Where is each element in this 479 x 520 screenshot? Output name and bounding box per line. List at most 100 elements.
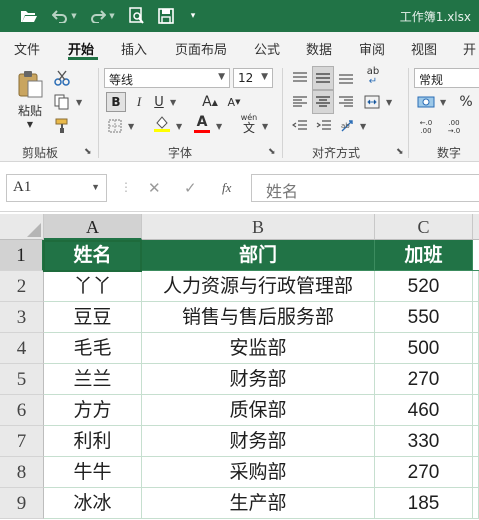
table-cell[interactable]: 270 xyxy=(375,364,473,395)
tab-more[interactable]: 开 xyxy=(463,39,476,58)
percent-style-button[interactable]: % xyxy=(456,92,476,112)
row-header[interactable]: 1 xyxy=(0,240,44,271)
tab-home[interactable]: 开始 xyxy=(68,39,94,58)
customize-quick-access-icon[interactable]: ▾ xyxy=(186,4,200,28)
fill-color-dropdown-icon[interactable]: ▼ xyxy=(176,122,182,131)
row-header[interactable]: 6 xyxy=(0,395,44,426)
align-bottom-icon[interactable] xyxy=(336,68,356,88)
empty-cell[interactable] xyxy=(473,333,479,364)
grow-font-button[interactable]: A ▲ xyxy=(202,92,218,112)
table-cell[interactable]: 人力资源与行政管理部 xyxy=(142,271,375,302)
table-cell[interactable]: 270 xyxy=(375,457,473,488)
row-header[interactable]: 4 xyxy=(0,333,44,364)
print-preview-icon[interactable] xyxy=(126,4,148,28)
font-color-icon[interactable]: A xyxy=(192,114,212,134)
empty-cell[interactable] xyxy=(473,426,479,457)
table-cell[interactable]: 兰兰 xyxy=(44,364,142,395)
accounting-format-icon[interactable] xyxy=(416,92,436,112)
header-cell[interactable]: 部门 xyxy=(142,240,375,271)
increase-indent-icon[interactable] xyxy=(314,116,334,136)
merge-dropdown-icon[interactable]: ▼ xyxy=(386,98,392,107)
row-header[interactable]: 7 xyxy=(0,426,44,457)
header-cell[interactable]: 加班 xyxy=(375,240,473,271)
tab-insert[interactable]: 插入 xyxy=(121,39,147,58)
decrease-decimal-button[interactable]: .00 →.0 xyxy=(442,116,466,138)
align-right-icon[interactable] xyxy=(336,92,356,112)
row-header[interactable]: 3 xyxy=(0,302,44,333)
font-name-select[interactable]: 等线 ▼ xyxy=(104,68,230,88)
orientation-dropdown-icon[interactable]: ▼ xyxy=(360,122,366,131)
table-cell[interactable]: 牛牛 xyxy=(44,457,142,488)
table-cell[interactable]: 方方 xyxy=(44,395,142,426)
empty-cell[interactable] xyxy=(473,364,479,395)
font-size-select[interactable]: 12 ▼ xyxy=(233,68,273,88)
row-header[interactable]: 9 xyxy=(0,488,44,519)
tab-view[interactable]: 视图 xyxy=(411,39,437,58)
italic-button[interactable]: I xyxy=(130,92,148,112)
empty-cell[interactable] xyxy=(473,271,479,302)
column-header-d[interactable] xyxy=(473,214,479,240)
table-cell[interactable]: 冰冰 xyxy=(44,488,142,519)
table-cell[interactable]: 185 xyxy=(375,488,473,519)
column-header-a[interactable]: A xyxy=(44,214,142,240)
underline-dropdown-icon[interactable]: ▼ xyxy=(170,98,176,107)
paste-dropdown-icon[interactable]: ▼ xyxy=(24,118,36,130)
row-header[interactable]: 8 xyxy=(0,457,44,488)
orientation-icon[interactable]: ab xyxy=(338,116,358,136)
tab-formulas[interactable]: 公式 xyxy=(254,39,280,58)
row-header[interactable]: 5 xyxy=(0,364,44,395)
save-icon[interactable] xyxy=(155,4,177,28)
open-folder-icon[interactable] xyxy=(18,4,40,28)
paste-label[interactable]: 粘贴 xyxy=(14,102,46,118)
font-color-dropdown-icon[interactable]: ▼ xyxy=(216,122,222,131)
table-cell[interactable]: 采购部 xyxy=(142,457,375,488)
table-cell[interactable]: 质保部 xyxy=(142,395,375,426)
clipboard-launcher-icon[interactable]: ⬊ xyxy=(84,147,92,157)
cut-icon[interactable] xyxy=(52,68,72,88)
underline-button[interactable]: U xyxy=(150,92,168,112)
enter-icon[interactable]: ✓ xyxy=(184,179,197,197)
increase-decimal-button[interactable]: ←.0 .00 xyxy=(414,116,438,138)
table-cell[interactable]: 利利 xyxy=(44,426,142,457)
tab-page-layout[interactable]: 页面布局 xyxy=(175,39,227,58)
font-launcher-icon[interactable]: ⬊ xyxy=(268,147,276,157)
borders-icon[interactable] xyxy=(106,116,124,136)
empty-cell[interactable] xyxy=(473,395,479,426)
table-cell[interactable]: 520 xyxy=(375,271,473,302)
table-cell[interactable]: 销售与售后服务部 xyxy=(142,302,375,333)
align-top-icon[interactable] xyxy=(290,68,310,88)
tab-file[interactable]: 文件 xyxy=(14,39,40,58)
table-cell[interactable]: 500 xyxy=(375,333,473,364)
table-cell[interactable]: 豆豆 xyxy=(44,302,142,333)
bold-button[interactable]: B xyxy=(106,92,126,112)
phonetic-guide-icon[interactable]: wén 文 xyxy=(238,112,260,134)
redo-dropdown-icon[interactable]: ▼ xyxy=(107,4,117,28)
wrap-text-icon[interactable]: ab ↵ xyxy=(362,66,384,88)
column-header-c[interactable]: C xyxy=(375,214,473,240)
table-cell[interactable]: 安监部 xyxy=(142,333,375,364)
phonetic-dropdown-icon[interactable]: ▼ xyxy=(262,122,268,131)
empty-cell[interactable] xyxy=(473,302,479,333)
formula-input[interactable]: 姓名 xyxy=(251,174,479,202)
name-box[interactable]: A1 ▼ xyxy=(6,174,107,202)
alignment-launcher-icon[interactable]: ⬊ xyxy=(396,147,404,157)
shrink-font-button[interactable]: A ▼ xyxy=(226,92,242,112)
align-center-icon[interactable] xyxy=(312,90,334,114)
table-cell[interactable]: 丫丫 xyxy=(44,271,142,302)
column-header-b[interactable]: B xyxy=(142,214,375,240)
header-cell[interactable]: 姓名 xyxy=(44,240,142,271)
empty-cell[interactable] xyxy=(473,488,479,519)
insert-function-icon[interactable]: fx xyxy=(222,180,231,196)
merge-center-icon[interactable] xyxy=(362,92,382,112)
number-format-select[interactable]: 常规 xyxy=(414,68,479,88)
align-middle-icon[interactable] xyxy=(312,66,334,90)
table-cell[interactable]: 460 xyxy=(375,395,473,426)
table-cell[interactable]: 550 xyxy=(375,302,473,333)
tab-review[interactable]: 审阅 xyxy=(359,39,385,58)
format-painter-icon[interactable] xyxy=(52,116,72,136)
table-cell[interactable]: 生产部 xyxy=(142,488,375,519)
table-cell[interactable]: 毛毛 xyxy=(44,333,142,364)
copy-icon[interactable] xyxy=(52,92,72,112)
cancel-icon[interactable]: ✕ xyxy=(148,179,161,197)
table-cell[interactable]: 财务部 xyxy=(142,426,375,457)
